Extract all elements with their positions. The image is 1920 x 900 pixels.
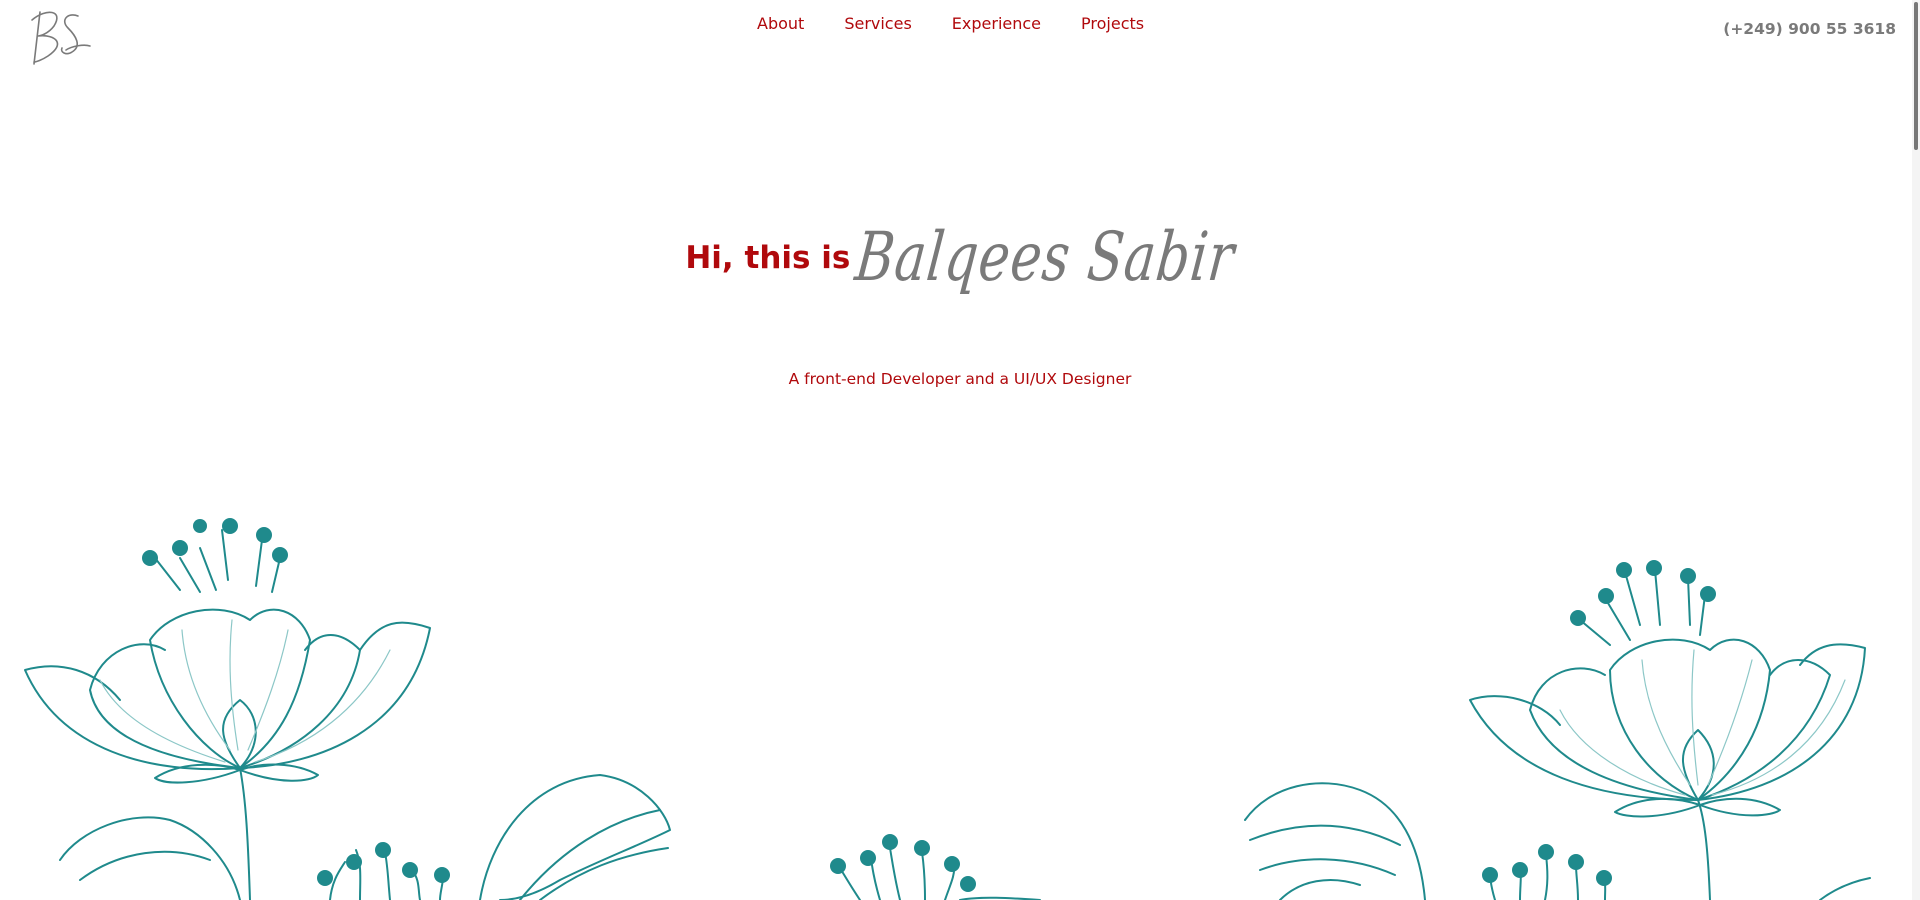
bs-logo-icon[interactable] xyxy=(26,6,92,70)
hero-name: Balqees Sabir xyxy=(852,219,1239,297)
main-nav: About Services Experience Projects xyxy=(757,14,1144,33)
nav-link-about[interactable]: About xyxy=(757,14,804,33)
page-scrollbar[interactable] xyxy=(1912,0,1920,900)
nav-link-projects[interactable]: Projects xyxy=(1081,14,1144,33)
phone-number[interactable]: (+249) 900 55 3618 xyxy=(1723,20,1896,38)
nav-link-experience[interactable]: Experience xyxy=(952,14,1041,33)
hero-heading: Hi, this is Balqees Sabir xyxy=(685,219,1238,297)
floral-line-art-icon xyxy=(24,518,1871,900)
hero-greeting: Hi, this is xyxy=(685,240,851,276)
scrollbar-thumb[interactable] xyxy=(1914,2,1918,150)
hero-tagline: A front-end Developer and a UI/UX Design… xyxy=(788,370,1132,388)
hero-section: Hi, this is Balqees Sabir xyxy=(0,219,1920,297)
nav-link-services[interactable]: Services xyxy=(844,14,911,33)
